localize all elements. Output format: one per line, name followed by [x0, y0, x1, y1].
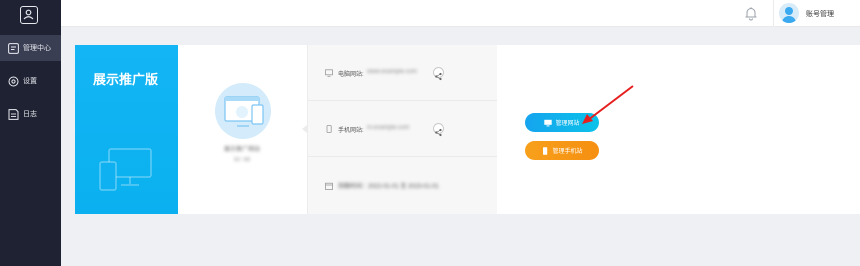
calendar-icon [325, 182, 333, 190]
account-management-link[interactable]: 账号管理 [806, 9, 834, 19]
top-bar: 账号管理 [61, 0, 860, 27]
pc-site-url[interactable]: www.example.com [367, 69, 417, 75]
manage-website-label: 管理网站 [555, 121, 580, 127]
manage-mobile-site-label: 管理手机站 [552, 149, 583, 155]
sidebar: 管理中心 设置 日志 [0, 0, 61, 266]
mobile-site-label: 手机网站: [338, 128, 364, 134]
phone-icon [543, 146, 548, 155]
bell-icon[interactable] [744, 6, 758, 21]
pc-site-label: 电脑网站: [338, 72, 364, 78]
header-divider [773, 0, 774, 27]
mobile-site-row: 手机网站: m.example.com [307, 101, 497, 157]
sidebar-item-log[interactable]: 日志 [0, 101, 61, 127]
monitor-icon [325, 69, 333, 77]
avatar[interactable] [779, 3, 799, 23]
annotation-arrow-icon [582, 85, 634, 124]
mobile-site-url[interactable]: m.example.com [367, 125, 409, 131]
expiry-row: 到期时间：2022-01-01 至 2023-01-01 [307, 157, 497, 213]
sidebar-item-label: 日志 [23, 111, 37, 118]
pc-site-row: 电脑网站: www.example.com [307, 45, 497, 101]
expiry-text: 到期时间：2022-01-01 至 2023-01-01 [338, 184, 439, 190]
share-icon[interactable] [433, 123, 444, 137]
dashboard-icon [8, 42, 19, 54]
site-id: ID: 58 [233, 157, 250, 163]
manage-mobile-site-button[interactable]: 管理手机站 [525, 141, 599, 160]
profile-card-icon[interactable] [20, 6, 38, 24]
edition-badge-panel: 展示推广版 [75, 45, 178, 214]
site-name: 展示推广网站 [223, 147, 260, 153]
phone-icon [326, 125, 332, 133]
share-icon[interactable] [433, 67, 444, 81]
log-icon [8, 108, 19, 120]
website-icon [215, 83, 271, 139]
sidebar-item-settings[interactable]: 设置 [0, 68, 61, 94]
sidebar-item-management-center[interactable]: 管理中心 [0, 35, 61, 61]
sidebar-item-label: 设置 [23, 78, 37, 85]
sidebar-item-label: 管理中心 [23, 45, 51, 52]
settings-icon [8, 76, 19, 86]
edition-title: 展示推广版 [93, 72, 159, 87]
monitor-icon [544, 119, 553, 126]
devices-illustration-icon [99, 148, 152, 191]
